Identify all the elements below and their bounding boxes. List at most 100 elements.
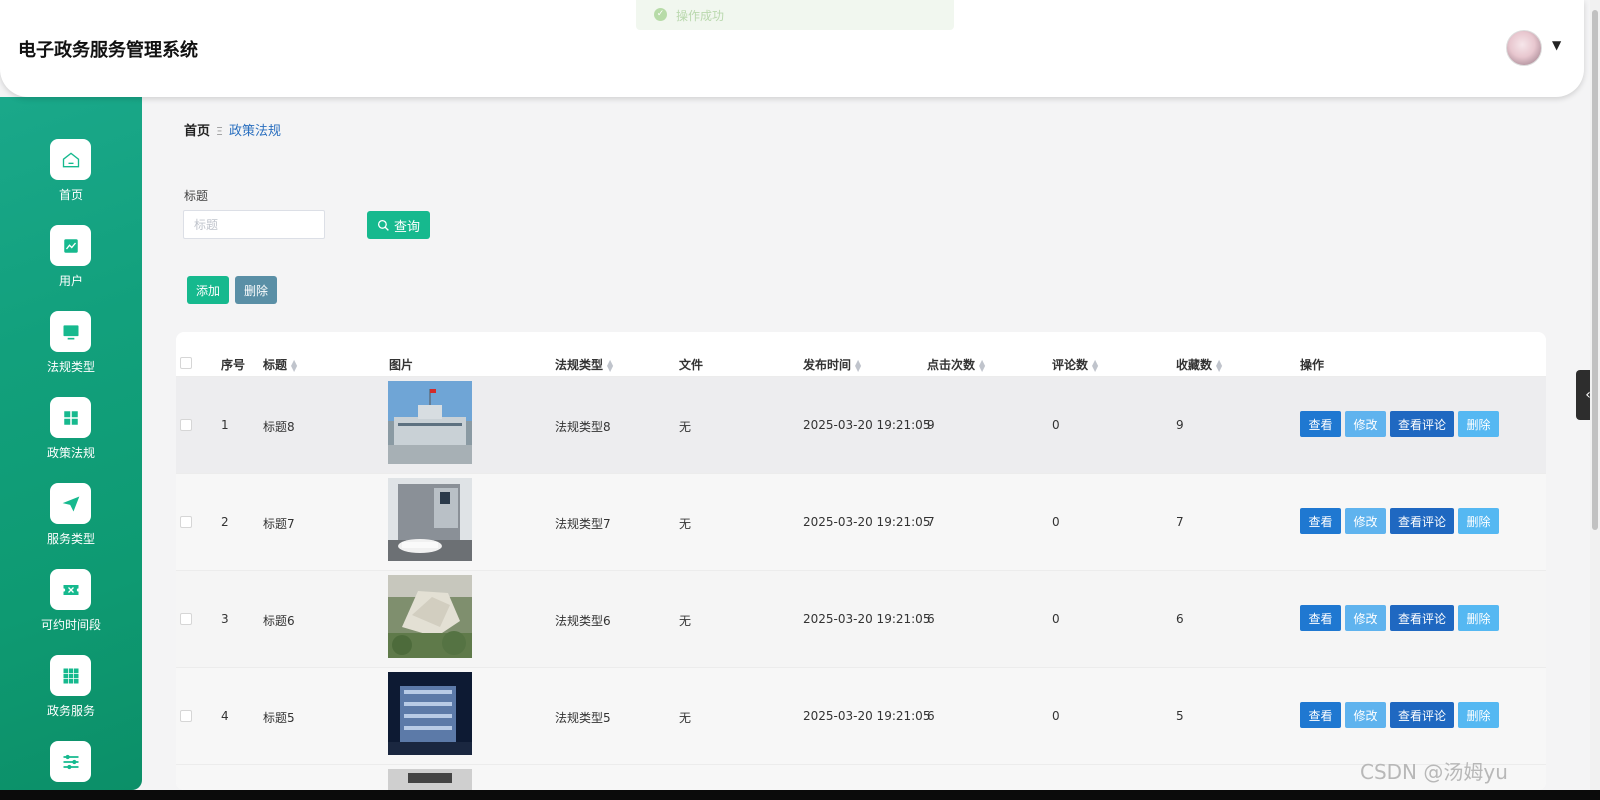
batch-delete-button[interactable]: 删除 bbox=[235, 276, 277, 304]
cell-type: 法规类型8 bbox=[555, 420, 611, 434]
search-label: 标题 bbox=[184, 189, 209, 203]
cell-clicks: 7 bbox=[927, 515, 935, 529]
cell-clicks: 9 bbox=[927, 418, 935, 432]
table-header: 序号 标题 ▲ ▼ 图片 法规类型 ▲ ▼ 文件 发布时间 ▲ ▼ 点击次数 ▲ ▼ 评论数 ▲ ▼… bbox=[176, 346, 1546, 380]
delete-button[interactable]: 删除 bbox=[1458, 508, 1499, 534]
check-circle-icon: ✓ bbox=[654, 8, 667, 21]
sort-icon[interactable]: ▲ ▼ bbox=[1216, 358, 1222, 372]
row-image bbox=[388, 769, 472, 790]
sidebar-item-label: 法规类型 bbox=[46, 360, 95, 374]
cell-type: 法规类型7 bbox=[555, 517, 611, 531]
cell-comments: 0 bbox=[1052, 709, 1060, 723]
row-checkbox[interactable] bbox=[180, 613, 192, 625]
sidebar-item-service-types[interactable]: 服务类型 bbox=[0, 483, 142, 563]
row-image bbox=[388, 478, 472, 561]
delete-button[interactable]: 删除 bbox=[1458, 702, 1499, 728]
cell-file: 无 bbox=[679, 517, 692, 531]
header-title[interactable]: 标题 ▲ ▼ bbox=[263, 356, 297, 373]
send-icon bbox=[50, 483, 91, 524]
header-time[interactable]: 发布时间 ▲ ▼ bbox=[803, 356, 861, 373]
sort-icon[interactable]: ▲ ▼ bbox=[1092, 358, 1098, 372]
view-button[interactable]: 查看 bbox=[1300, 411, 1341, 437]
apps-icon bbox=[50, 655, 91, 696]
sidebar-item-gov-services[interactable]: 政务服务 bbox=[0, 655, 142, 735]
cell-time: 2025-03-20 19:21:05 bbox=[803, 612, 931, 626]
ticket-icon bbox=[50, 569, 91, 610]
row-image bbox=[388, 575, 472, 658]
table-row: 2 标题7 法规类型7 无 2025-03-20 19:21:05 7 0 7 … bbox=[176, 473, 1546, 570]
view-comments-button[interactable]: 查看评论 bbox=[1390, 508, 1454, 534]
page-scrollbar[interactable] bbox=[1590, 0, 1600, 790]
user-avatar[interactable] bbox=[1506, 30, 1542, 66]
row-checkbox[interactable] bbox=[180, 516, 192, 528]
sidebar-item-label: 可约时间段 bbox=[40, 618, 101, 632]
home-icon bbox=[50, 139, 91, 180]
view-comments-button[interactable]: 查看评论 bbox=[1390, 702, 1454, 728]
sort-icon[interactable]: ▲ ▼ bbox=[607, 358, 613, 372]
cell-time: 2025-03-20 19:21:05 bbox=[803, 709, 931, 723]
cell-type: 法规类型5 bbox=[555, 711, 611, 725]
edit-button[interactable]: 修改 bbox=[1345, 702, 1386, 728]
edit-button[interactable]: 修改 bbox=[1345, 411, 1386, 437]
cell-comments: 0 bbox=[1052, 612, 1060, 626]
view-comments-button[interactable]: 查看评论 bbox=[1390, 411, 1454, 437]
cell-favorites: 9 bbox=[1176, 418, 1184, 432]
sidebar-item-users[interactable]: 用户 bbox=[0, 225, 142, 305]
header-image: 图片 bbox=[389, 358, 414, 372]
view-button[interactable]: 查看 bbox=[1300, 702, 1341, 728]
table-row: 4 标题5 法规类型5 无 2025-03-20 19:21:05 6 0 5 … bbox=[176, 667, 1546, 764]
header-clicks[interactable]: 点击次数 ▲ ▼ bbox=[927, 356, 985, 373]
cell-clicks: 6 bbox=[927, 709, 935, 723]
breadcrumb-current: 政策法规 bbox=[228, 124, 281, 139]
view-comments-button[interactable]: 查看评论 bbox=[1390, 605, 1454, 631]
chevron-down-icon[interactable]: ▼ bbox=[1552, 38, 1561, 52]
delete-button[interactable]: 删除 bbox=[1458, 605, 1499, 631]
query-button[interactable]: 查询 bbox=[367, 211, 430, 239]
cell-title: 标题8 bbox=[263, 420, 295, 434]
add-button[interactable]: 添加 bbox=[187, 276, 229, 304]
cell-file: 无 bbox=[679, 711, 692, 725]
title-search-input[interactable] bbox=[183, 210, 325, 239]
success-toast: ✓ 操作成功 bbox=[636, 0, 954, 30]
breadcrumb-home[interactable]: 首页 bbox=[184, 124, 210, 139]
cell-title: 标题6 bbox=[263, 614, 295, 628]
sidebar-item-settings[interactable] bbox=[0, 741, 142, 790]
delete-button[interactable]: 删除 bbox=[1458, 411, 1499, 437]
sidebar-item-label: 服务类型 bbox=[46, 532, 95, 546]
header-type[interactable]: 法规类型 ▲ ▼ bbox=[555, 356, 613, 373]
cell-file: 无 bbox=[679, 420, 692, 434]
search-icon bbox=[377, 219, 389, 231]
edit-button[interactable]: 修改 bbox=[1345, 508, 1386, 534]
cell-clicks: 6 bbox=[927, 612, 935, 626]
policy-table: 序号 标题 ▲ ▼ 图片 法规类型 ▲ ▼ 文件 发布时间 ▲ ▼ 点击次数 ▲ ▼ 评论数 ▲ ▼… bbox=[176, 332, 1546, 790]
header-file: 文件 bbox=[679, 358, 704, 372]
sidebar-item-label: 首页 bbox=[58, 188, 83, 202]
cell-comments: 0 bbox=[1052, 515, 1060, 529]
cell-index: 2 bbox=[221, 515, 229, 529]
view-button[interactable]: 查看 bbox=[1300, 605, 1341, 631]
cell-file: 无 bbox=[679, 614, 692, 628]
header-comments[interactable]: 评论数 ▲ ▼ bbox=[1052, 356, 1098, 373]
sort-icon[interactable]: ▲ ▼ bbox=[855, 358, 861, 372]
table-row: 1 标题8 法规类型8 无 2025-03-20 19:21:05 9 0 9 … bbox=[176, 376, 1546, 473]
sidebar-item-regulation-types[interactable]: 法规类型 bbox=[0, 311, 142, 391]
cell-index: 3 bbox=[221, 612, 229, 626]
select-all-checkbox[interactable] bbox=[180, 357, 192, 369]
sort-icon[interactable]: ▲ ▼ bbox=[291, 358, 297, 372]
sidebar-item-policies[interactable]: 政策法规 bbox=[0, 397, 142, 477]
grid-icon bbox=[50, 397, 91, 438]
cell-index: 4 bbox=[221, 709, 229, 723]
scrollbar-thumb[interactable] bbox=[1592, 10, 1598, 530]
sidebar-item-home[interactable]: 首页 bbox=[0, 139, 142, 219]
app-title: 电子政务服务管理系统 bbox=[18, 40, 198, 61]
header-favorites[interactable]: 收藏数 ▲ ▼ bbox=[1176, 356, 1222, 373]
row-checkbox[interactable] bbox=[180, 710, 192, 722]
row-checkbox[interactable] bbox=[180, 419, 192, 431]
breadcrumb-separator: Ξ bbox=[216, 125, 223, 138]
edit-button[interactable]: 修改 bbox=[1345, 605, 1386, 631]
cell-time: 2025-03-20 19:21:05 bbox=[803, 418, 931, 432]
view-button[interactable]: 查看 bbox=[1300, 508, 1341, 534]
sort-icon[interactable]: ▲ ▼ bbox=[979, 358, 985, 372]
sidebar-item-time-slots[interactable]: 可约时间段 bbox=[0, 569, 142, 649]
header-actions: 操作 bbox=[1300, 358, 1325, 372]
